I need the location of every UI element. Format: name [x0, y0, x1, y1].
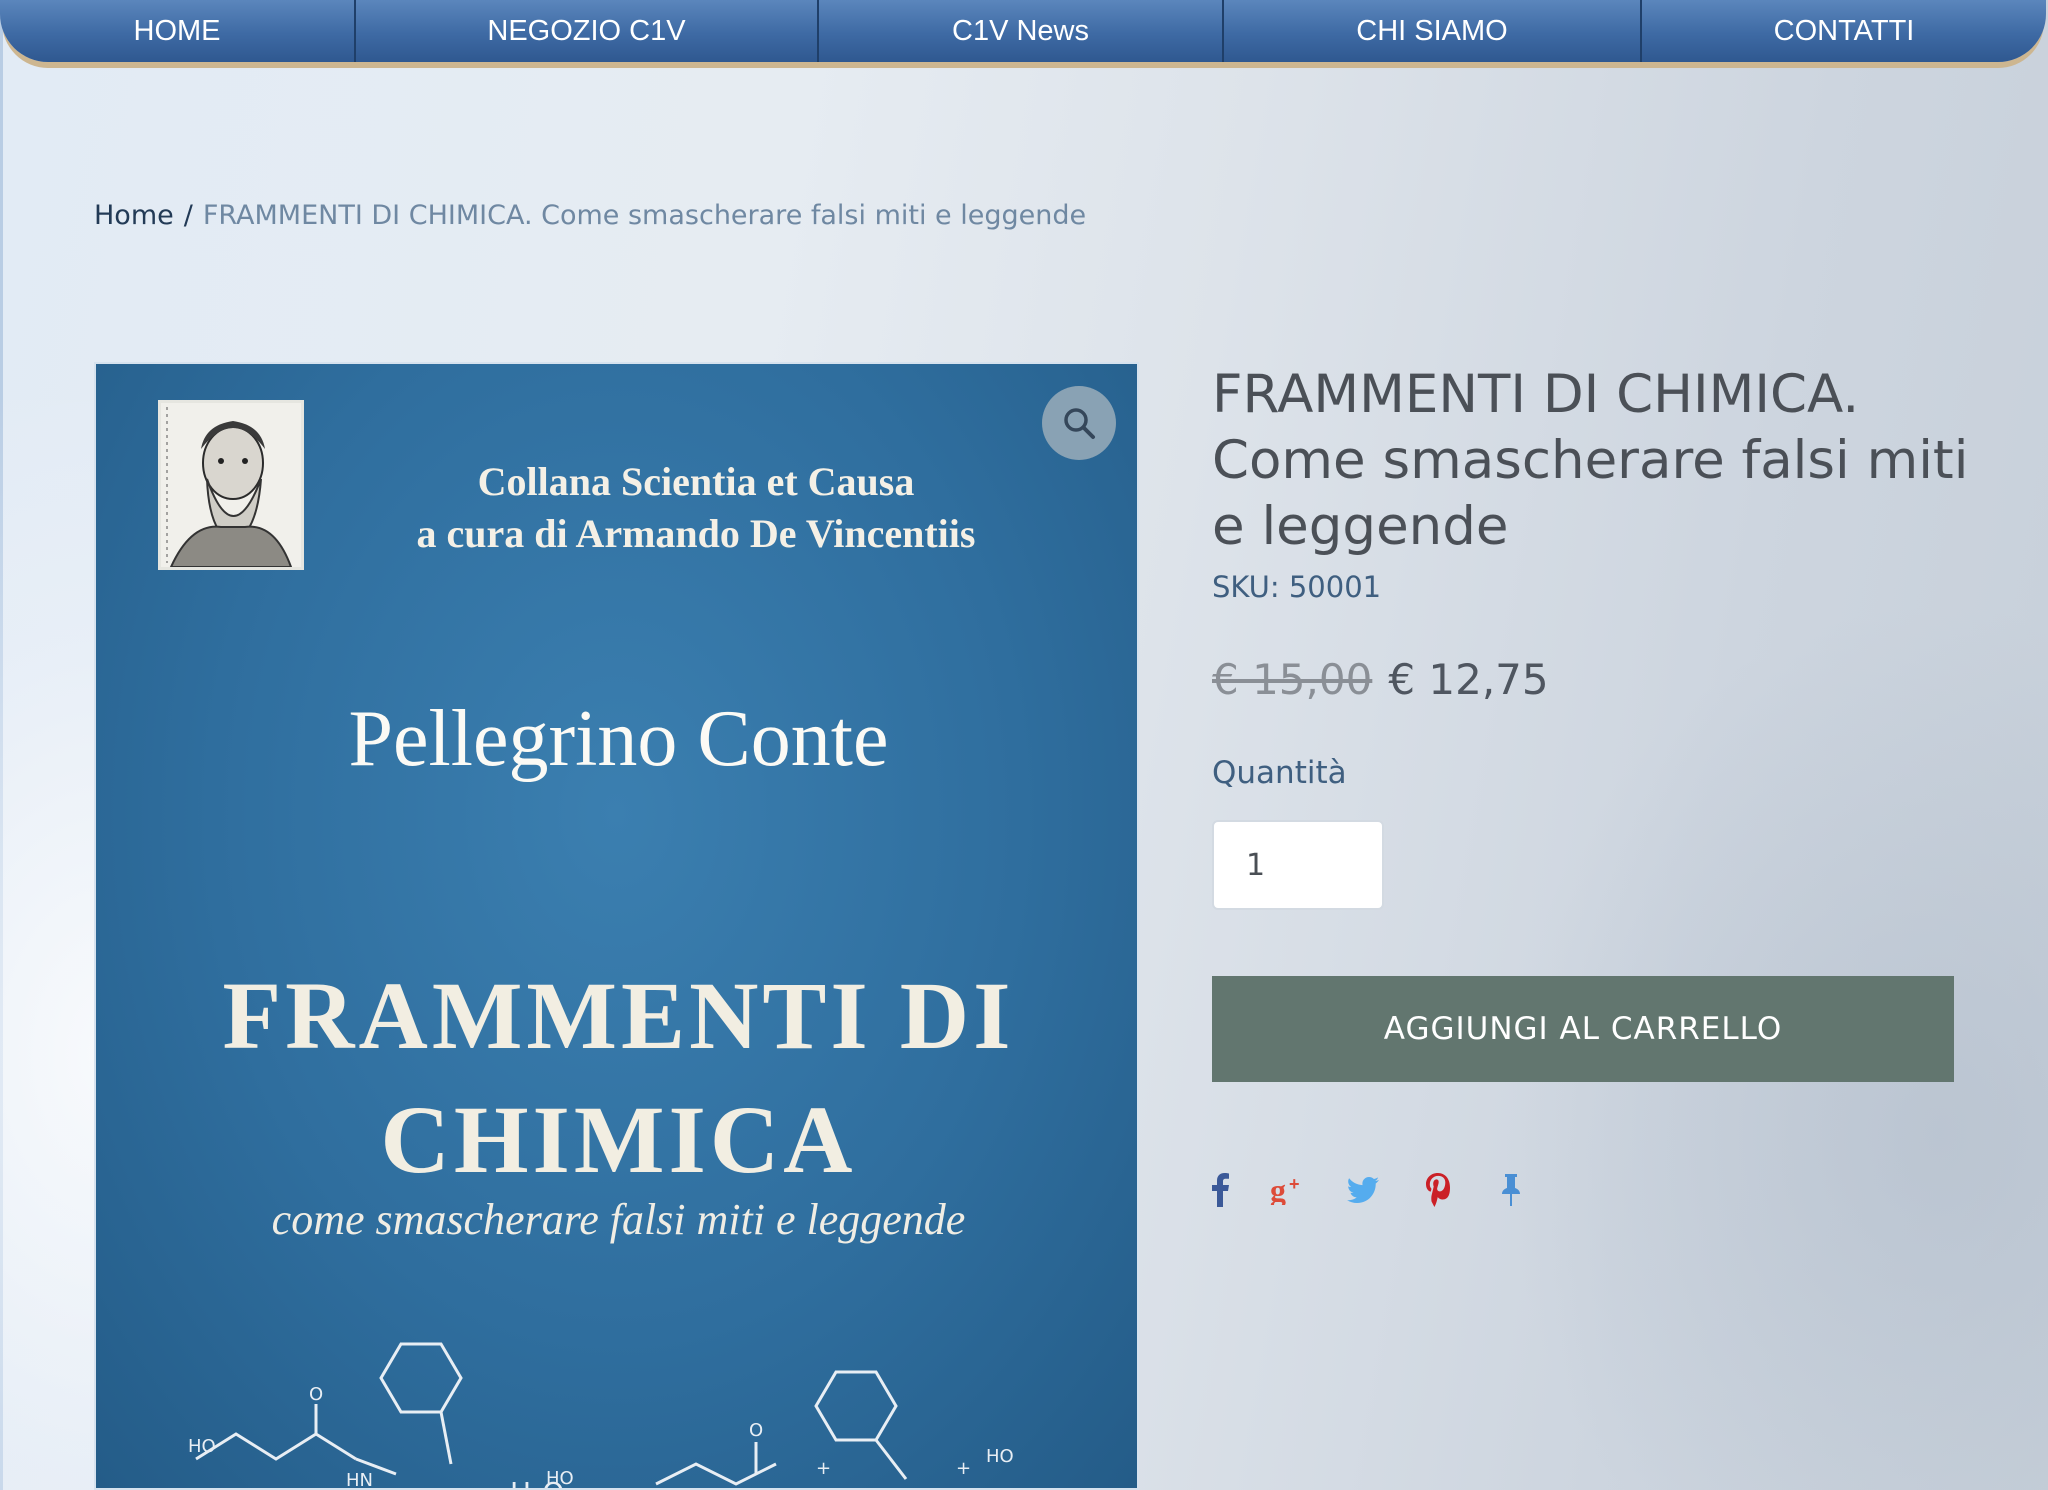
main-nav: HOME NEGOZIO C1V C1V News CHI SIAMO CONT…	[0, 0, 2046, 62]
cover-formula-label: H₂O	[510, 1476, 564, 1490]
share-twitter[interactable]	[1346, 1170, 1380, 1210]
svg-text:HO: HO	[986, 1446, 1014, 1467]
twitter-icon	[1347, 1177, 1379, 1203]
page: HOME NEGOZIO C1V C1V News CHI SIAMO CONT…	[0, 0, 2048, 1490]
svg-text:O: O	[749, 1420, 763, 1441]
breadcrumb: Home / FRAMMENTI DI CHIMICA. Come smascher…	[94, 200, 1086, 231]
cover-title-line1: FRAMMENTI DI	[222, 962, 1015, 1069]
svg-text:g: g	[1270, 1175, 1286, 1205]
quantity-input[interactable]	[1212, 820, 1384, 910]
google-plus-icon: g +	[1270, 1175, 1300, 1205]
nav-item-news[interactable]: C1V News	[819, 0, 1224, 62]
breadcrumb-separator: /	[183, 200, 193, 231]
cover-series-line1: Collana Scientia et Causa	[477, 459, 915, 504]
svg-text:HN: HN	[346, 1470, 373, 1490]
product-title: FRAMMENTI DI CHIMICA. Come smascherare f…	[1212, 364, 1969, 557]
cover-series: Collana Scientia et Causa a cura di Arma…	[336, 456, 1056, 560]
magnifier-icon	[1064, 408, 1095, 439]
share-google-plus[interactable]: g +	[1270, 1170, 1306, 1210]
share-pinterest[interactable]	[1424, 1170, 1452, 1210]
cover-series-line2: a cura di Armando De Vincentiis	[416, 511, 976, 556]
cover-author: Pellegrino Conte	[348, 695, 889, 783]
nav-item-chi-siamo[interactable]: CHI SIAMO	[1224, 0, 1642, 62]
quantity-label: Quantità	[1212, 755, 1347, 791]
pinterest-icon	[1426, 1173, 1450, 1207]
breadcrumb-current: FRAMMENTI DI CHIMICA. Come smascherare f…	[202, 200, 1087, 231]
zoom-button[interactable]	[1042, 386, 1116, 460]
svg-text:+: +	[956, 1458, 971, 1479]
cover-title-line2: CHIMICA	[380, 1086, 857, 1193]
svg-text:+: +	[1289, 1175, 1300, 1194]
product-price: € 15,00 € 12,75	[1212, 655, 1549, 704]
nav-item-home[interactable]: HOME	[0, 0, 356, 62]
share-pin[interactable]	[1500, 1170, 1522, 1210]
svg-text:+: +	[816, 1458, 831, 1479]
facebook-icon	[1212, 1173, 1229, 1207]
price-current: € 12,75	[1388, 655, 1549, 704]
product-sku: SKU: 50001	[1212, 570, 1382, 604]
product-image[interactable]: Collana Scientia et Causa a cura di Arma…	[94, 362, 1139, 1490]
chemical-structures: HO HN O O HO HO + + H₂O	[188, 1342, 1014, 1490]
portrait-illustration	[158, 400, 304, 570]
add-to-cart-button[interactable]: AGGIUNGI AL CARRELLO	[1212, 976, 1954, 1082]
cover-subtitle: come smascherare falsi miti e leggende	[271, 1195, 966, 1244]
svg-text:O: O	[309, 1384, 323, 1405]
nav-item-negozio[interactable]: NEGOZIO C1V	[356, 0, 819, 62]
pin-icon	[1502, 1174, 1520, 1206]
cover-title: FRAMMENTI DI CHIMICA	[96, 954, 1137, 1202]
svg-text:HO: HO	[188, 1436, 216, 1457]
price-old: € 15,00	[1212, 655, 1373, 704]
breadcrumb-home-link[interactable]: Home	[94, 200, 174, 231]
nav-item-contatti[interactable]: CONTATTI	[1642, 0, 2046, 62]
share-facebook[interactable]	[1208, 1170, 1232, 1210]
